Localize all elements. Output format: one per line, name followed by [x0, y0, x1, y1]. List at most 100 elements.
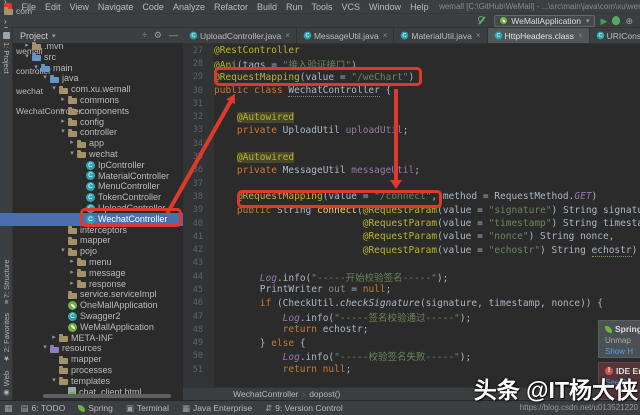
menu-item-window[interactable]: Window	[365, 2, 406, 12]
collapse-all-icon[interactable]: ÷	[142, 30, 147, 41]
tree-item-materialcontroller[interactable]: MaterialController	[13, 171, 183, 182]
menu-item-code[interactable]: Code	[138, 2, 169, 12]
tree-item-config[interactable]: ▸config	[13, 117, 183, 128]
chevron-down-icon[interactable]: ▾	[22, 52, 32, 63]
stripe-button-structure[interactable]: ≡ 7: Structure	[2, 259, 11, 304]
chevron-down-icon[interactable]: ▾	[40, 73, 50, 84]
chevron-down-icon[interactable]: ▾	[31, 63, 41, 74]
chevron-right-icon[interactable]: ▸	[58, 106, 68, 117]
tree-item-templates[interactable]: ▾templates	[13, 376, 183, 387]
tab-httpheaders-class[interactable]: HttpHeaders.class×	[488, 28, 590, 43]
chevron-right-icon[interactable]: ▸	[67, 257, 77, 268]
tree-item-java[interactable]: ▾java	[13, 73, 183, 84]
tab-uploadcontroller-java[interactable]: UploadController.java×	[183, 28, 297, 43]
tree-item-response[interactable]: ▸response	[13, 279, 183, 290]
tree-item-mapper[interactable]: mapper	[13, 235, 183, 246]
chevron-down-icon[interactable]: ▾	[40, 343, 50, 354]
menu-item-build[interactable]: Build	[252, 2, 281, 12]
tree-item-pojo[interactable]: ▾pojo	[13, 246, 183, 257]
tree-item-swagger2[interactable]: Swagger2	[13, 311, 183, 322]
statusbar-item-todo[interactable]: ▤6: TODO	[21, 403, 66, 414]
chevron-right-icon[interactable]: ▸	[49, 333, 59, 344]
tree-item-meta-inf[interactable]: ▸META-INF	[13, 333, 183, 344]
stripe-button-favorites[interactable]: ★ 2: Favorites	[2, 313, 11, 363]
chevron-right-icon[interactable]: ▸	[22, 41, 32, 52]
tree-item-controller[interactable]: ▾controller	[13, 127, 183, 138]
toolwindow-switcher-icon[interactable]: ▦	[4, 403, 13, 414]
close-icon[interactable]: ×	[285, 31, 290, 40]
run-button[interactable]: ▶	[601, 15, 608, 27]
menu-item-help[interactable]: Help	[406, 2, 434, 12]
chevron-down-icon[interactable]: ▾	[58, 127, 68, 138]
tree-item-processes[interactable]: processes	[13, 365, 183, 376]
notification-spring[interactable]: Spring Unmap Show H	[598, 320, 640, 358]
menu-item-analyze[interactable]: Analyze	[168, 2, 209, 12]
coverage-button[interactable]: ⊕	[625, 15, 633, 27]
tree-item-wemallapplication[interactable]: WeMallApplication	[13, 322, 183, 333]
chevron-right-icon[interactable]: ▸	[58, 95, 68, 106]
notification-link[interactable]: Show H	[605, 347, 640, 356]
tab-messageutil-java[interactable]: MessageUtil.java×	[297, 28, 394, 43]
code-view[interactable]: 27@RestController28@Api(tags = "接入验证接口")…	[183, 44, 640, 387]
close-icon[interactable]: ×	[578, 31, 583, 40]
tree-item-commons[interactable]: ▸commons	[13, 95, 183, 106]
code-line-48: 48 return echostr;	[183, 323, 640, 336]
tree-item-.mvn[interactable]: ▸.mvn	[13, 41, 183, 52]
tree-item-ipcontroller[interactable]: IpController	[13, 160, 183, 171]
chevron-right-icon[interactable]: ▸	[67, 268, 77, 279]
line-number: 43	[183, 258, 207, 268]
gear-icon[interactable]: ⚙	[154, 30, 162, 41]
tab-uriconstant-java[interactable]: URIConstant.java×	[590, 28, 640, 43]
chevron-down-icon: ▾	[586, 17, 590, 25]
class-icon	[68, 312, 77, 321]
tree-item-com.xu.wemall[interactable]: ▾com.xu.wemall	[13, 84, 183, 95]
chevron-right-icon[interactable]: ▸	[67, 279, 77, 290]
breadcrumb-member[interactable]: dopost()	[309, 389, 340, 399]
breadcrumb-item-com[interactable]: com	[4, 6, 82, 16]
hide-panel-icon[interactable]: —	[169, 30, 178, 41]
debug-button[interactable]	[612, 16, 620, 25]
tree-item-src[interactable]: ▾src	[13, 52, 183, 63]
breadcrumb-class[interactable]: WechatController	[233, 389, 299, 399]
build-wrench-icon[interactable]	[477, 16, 486, 25]
tree-item-tokencontroller[interactable]: TokenController	[13, 192, 183, 203]
tree-item-main[interactable]: ▾main	[13, 63, 183, 74]
stripe-button-web[interactable]: ◉ Web	[2, 371, 11, 397]
editor-tab-bar: UploadController.java×MessageUtil.java×M…	[183, 28, 640, 44]
tree-item-menucontroller[interactable]: MenuController	[13, 181, 183, 192]
statusbar-item-terminal[interactable]: ▣Terminal	[126, 403, 169, 414]
tree-horizontal-scrollbar[interactable]	[43, 394, 171, 398]
stripe-project-button[interactable]: 1: Project	[2, 42, 11, 74]
code-text: if (CheckUtil.checkSignature(signature, …	[214, 298, 603, 309]
statusbar-item-javaee[interactable]: ▦Java Enterprise	[182, 403, 252, 414]
menu-item-navigate[interactable]: Navigate	[93, 2, 138, 12]
chevron-right-icon[interactable]: ▸	[67, 138, 77, 149]
class-icon	[86, 171, 95, 180]
close-icon[interactable]: ×	[476, 31, 481, 40]
tree-item-service.serviceimpl[interactable]: service.serviceImpl	[13, 289, 183, 300]
close-icon[interactable]: ×	[383, 31, 388, 40]
menu-item-vcs[interactable]: VCS	[337, 2, 365, 12]
statusbar-item-spring[interactable]: Spring	[78, 403, 113, 413]
tree-item-mapper[interactable]: mapper	[13, 354, 183, 365]
statusbar-item-label: 6: TODO	[32, 403, 66, 413]
menu-item-run[interactable]: Run	[282, 2, 308, 12]
tree-item-onemallapplication[interactable]: OneMallApplication	[13, 300, 183, 311]
tree-item-resources[interactable]: ▾resources	[13, 343, 183, 354]
chevron-right-icon[interactable]: ▸	[58, 117, 68, 128]
class-icon	[401, 32, 409, 40]
tree-item-components[interactable]: ▸components	[13, 106, 183, 117]
chevron-down-icon[interactable]: ▾	[58, 246, 68, 257]
run-configuration-select[interactable]: WeMallApplication ▾	[494, 15, 594, 27]
tree-item-wechat[interactable]: ▾wechat	[13, 149, 183, 160]
tree-item-menu[interactable]: ▸menu	[13, 257, 183, 268]
chevron-down-icon[interactable]: ▾	[49, 84, 59, 95]
statusbar-item-vcs[interactable]: ⇵9: Version Control	[265, 403, 343, 414]
chevron-down-icon[interactable]: ▾	[67, 149, 77, 160]
menu-item-refactor[interactable]: Refactor	[209, 2, 252, 12]
tree-item-app[interactable]: ▸app	[13, 138, 183, 149]
tab-materialutil-java[interactable]: MaterialUtil.java×	[394, 28, 487, 43]
menu-item-tools[interactable]: Tools	[307, 2, 337, 12]
tree-item-message[interactable]: ▸message	[13, 268, 183, 279]
chevron-down-icon[interactable]: ▾	[49, 376, 59, 387]
